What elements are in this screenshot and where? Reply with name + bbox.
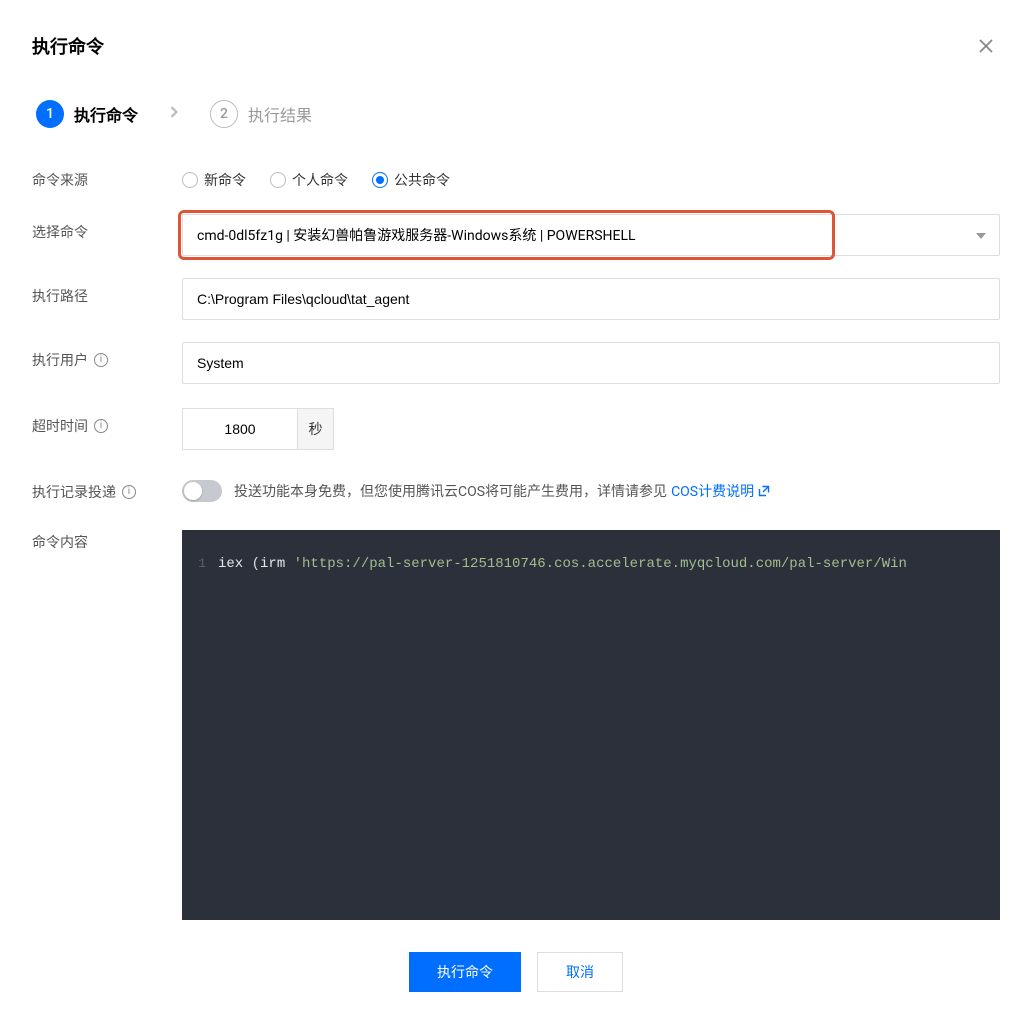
- step-num-1: 1: [36, 100, 64, 128]
- label-delivery: 执行记录投递 i: [32, 480, 182, 502]
- radio-label: 公共命令: [394, 170, 450, 190]
- cos-pricing-link[interactable]: COS计费说明: [671, 481, 770, 501]
- radio-icon: [270, 172, 286, 188]
- label-command-source: 命令来源: [32, 168, 182, 190]
- row-exec-path: 执行路径: [32, 278, 1000, 320]
- step-label-2: 执行结果: [248, 102, 312, 126]
- radio-label: 个人命令: [292, 170, 348, 190]
- info-icon[interactable]: i: [94, 353, 108, 367]
- timeout-input[interactable]: [182, 408, 298, 450]
- dialog-header: 执行命令: [32, 32, 1000, 60]
- exec-user-input[interactable]: [182, 342, 1000, 384]
- external-link-icon: [758, 485, 770, 497]
- step-2[interactable]: 2 执行结果: [210, 100, 312, 128]
- dialog-footer: 执行命令 取消: [32, 952, 1000, 992]
- close-button[interactable]: [972, 32, 1000, 60]
- exec-path-input[interactable]: [182, 278, 1000, 320]
- row-delivery: 执行记录投递 i 投送功能本身免费，但您使用腾讯云COS将可能产生费用，详情请参…: [32, 480, 1000, 502]
- step-1[interactable]: 1 执行命令: [36, 100, 138, 128]
- chevron-right-icon: [168, 106, 180, 122]
- close-icon: [978, 38, 994, 54]
- delivery-description: 投送功能本身免费，但您使用腾讯云COS将可能产生费用，详情请参见 COS计费说明: [234, 481, 770, 501]
- radio-group-source: 新命令 个人命令 公共命令: [182, 168, 1000, 190]
- label-exec-user: 执行用户 i: [32, 342, 182, 370]
- execute-button[interactable]: 执行命令: [409, 952, 521, 992]
- radio-new-command[interactable]: 新命令: [182, 170, 246, 190]
- radio-icon: [372, 172, 388, 188]
- info-icon[interactable]: i: [122, 485, 136, 499]
- code-line-number: 1: [182, 556, 218, 572]
- radio-icon: [182, 172, 198, 188]
- label-command-content: 命令内容: [32, 530, 182, 552]
- dialog-title: 执行命令: [32, 33, 104, 59]
- delivery-toggle[interactable]: [182, 480, 222, 502]
- radio-personal-command[interactable]: 个人命令: [270, 170, 348, 190]
- row-exec-user: 执行用户 i: [32, 342, 1000, 384]
- row-command-content: 命令内容 1iex (irm 'https://pal-server-12518…: [32, 530, 1000, 920]
- dialog-container: 执行命令 1 执行命令 2 执行结果 命令来源 新命令 个人命令: [0, 0, 1024, 1032]
- code-editor[interactable]: 1iex (irm 'https://pal-server-1251810746…: [182, 530, 1000, 920]
- radio-public-command[interactable]: 公共命令: [372, 170, 450, 190]
- stepper: 1 执行命令 2 执行结果: [32, 100, 1000, 128]
- label-select-command: 选择命令: [32, 214, 182, 242]
- row-command-source: 命令来源 新命令 个人命令 公共命令: [32, 168, 1000, 190]
- timeout-unit: 秒: [298, 408, 334, 450]
- select-command-dropdown[interactable]: cmd-0dl5fz1g | 安装幻兽帕鲁游戏服务器-Windows系统 | P…: [182, 214, 1000, 256]
- code-content: iex (irm 'https://pal-server-1251810746.…: [218, 556, 907, 572]
- toggle-knob: [184, 482, 202, 500]
- label-timeout: 超时时间 i: [32, 408, 182, 436]
- step-num-2: 2: [210, 100, 238, 128]
- info-icon[interactable]: i: [94, 419, 108, 433]
- radio-label: 新命令: [204, 170, 246, 190]
- cancel-button[interactable]: 取消: [537, 952, 623, 992]
- label-exec-path: 执行路径: [32, 278, 182, 306]
- row-select-command: 选择命令 cmd-0dl5fz1g | 安装幻兽帕鲁游戏服务器-Windows系…: [32, 214, 1000, 256]
- select-command-value: cmd-0dl5fz1g | 安装幻兽帕鲁游戏服务器-Windows系统 | P…: [197, 225, 636, 245]
- row-timeout: 超时时间 i 秒: [32, 408, 1000, 450]
- step-label-1: 执行命令: [74, 102, 138, 126]
